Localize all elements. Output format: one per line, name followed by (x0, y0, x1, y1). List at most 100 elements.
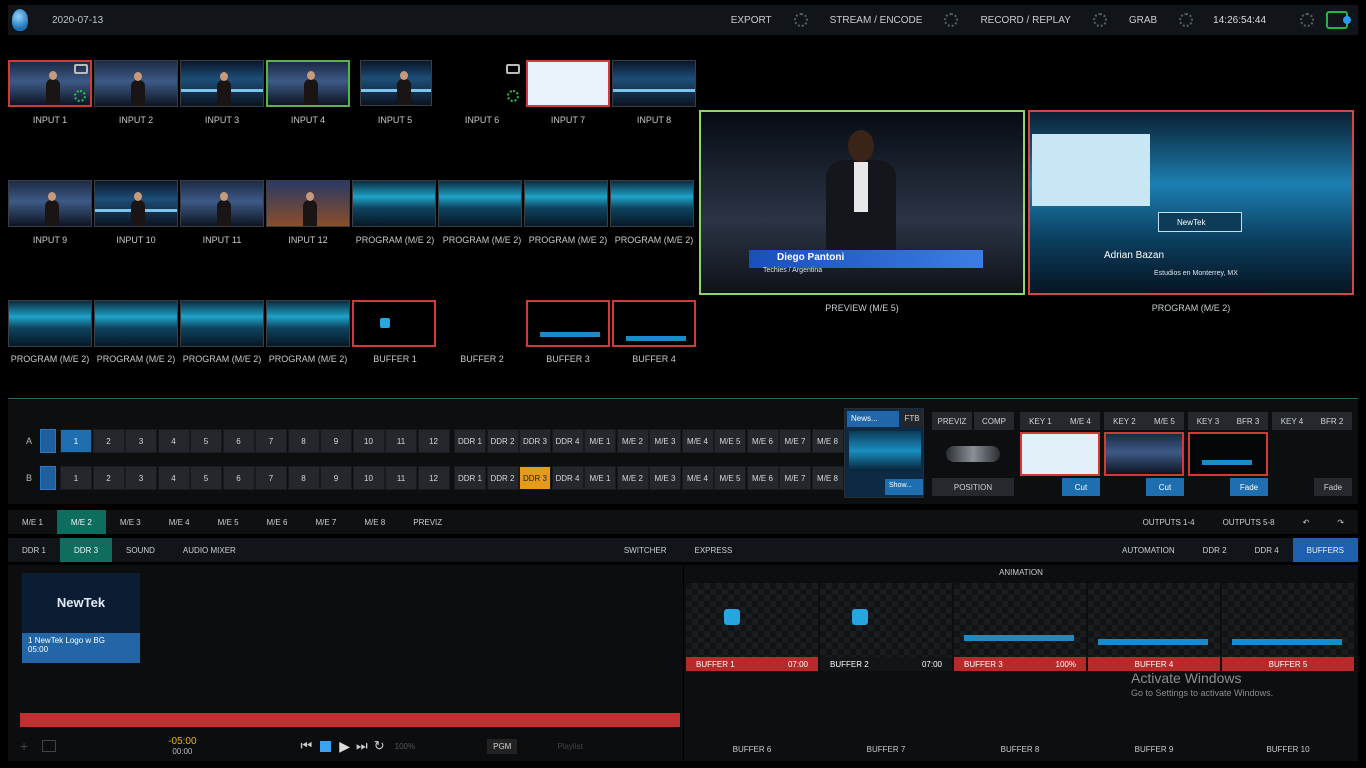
source-thumb-input-10[interactable] (94, 180, 178, 227)
row-b-button-5[interactable]: 5 (190, 466, 222, 490)
row-b-me-3[interactable]: M/E 3 (649, 466, 681, 490)
tab-me-3[interactable]: M/E 3 (106, 510, 155, 534)
row-a-me-5[interactable]: M/E 5 (714, 429, 746, 453)
row-a-me-8[interactable]: M/E 8 (811, 429, 844, 453)
row-a-button-2[interactable]: 2 (92, 429, 125, 453)
row-b-button-7[interactable]: 7 (255, 466, 287, 490)
row-b-button-1[interactable]: 1 (60, 466, 92, 490)
tab-me-5[interactable]: M/E 5 (204, 510, 253, 534)
row-a-ddr-3[interactable]: DDR 3 (519, 429, 551, 453)
tab-ddr-2[interactable]: DDR 2 (1189, 538, 1241, 562)
row-a-button-11[interactable]: 11 (385, 429, 417, 453)
skip-back-icon[interactable]: ⏮ (301, 738, 313, 754)
comp-button[interactable]: COMP (974, 412, 1014, 430)
key-2-header[interactable]: KEY 2 M/E 5 (1104, 412, 1184, 430)
program-monitor[interactable]: NewTek Adrian Bazan Estudios en Monterre… (1028, 110, 1354, 295)
overlay-panel[interactable]: News... FTB Show... (844, 408, 924, 498)
row-a-me-2[interactable]: M/E 2 (616, 429, 649, 453)
source-thumb-buffer-4[interactable] (612, 300, 696, 347)
row-b-button-2[interactable]: 2 (92, 466, 125, 490)
buffer-label[interactable]: BUFFER 2 07:00 (820, 657, 952, 671)
row-a-me-3[interactable]: M/E 3 (649, 429, 681, 453)
buffer-label[interactable]: BUFFER 1 07:00 (686, 657, 818, 671)
source-thumb-program[interactable] (180, 300, 264, 347)
source-thumb-program[interactable] (524, 180, 608, 227)
source-thumb-input-5[interactable] (360, 60, 432, 106)
tab-ddr-4[interactable]: DDR 4 (1241, 538, 1293, 562)
folder-icon[interactable] (42, 740, 57, 752)
stream-settings-gear-icon[interactable] (944, 13, 959, 27)
tab-buffers[interactable]: BUFFERS (1292, 538, 1358, 562)
buffer-cell[interactable] (954, 583, 1086, 659)
tab-me-8[interactable]: M/E 8 (350, 510, 399, 534)
preview-monitor[interactable]: Diego Pantoni Techies / Argentina (699, 110, 1025, 295)
source-thumb-program[interactable] (438, 180, 522, 227)
row-a-button-7[interactable]: 7 (255, 429, 287, 453)
undo-icon[interactable]: ↶ (1289, 510, 1324, 534)
skip-forward-icon[interactable]: ⏭ (356, 738, 368, 754)
row-a-ddr-4[interactable]: DDR 4 (551, 429, 584, 453)
key-4-header[interactable]: KEY 4 BFR 2 (1272, 412, 1352, 430)
row-a-button-12[interactable]: 12 (417, 429, 450, 453)
key-1-action[interactable]: Cut (1062, 478, 1100, 496)
tbar-slider[interactable] (946, 446, 1000, 462)
row-a-button-6[interactable]: 6 (222, 429, 255, 453)
row-a-me-7[interactable]: M/E 7 (779, 429, 811, 453)
row-b-ddr-2[interactable]: DDR 2 (486, 466, 519, 490)
source-thumb-program[interactable] (8, 300, 92, 347)
add-icon[interactable]: + (20, 738, 28, 754)
source-thumb-input-3[interactable] (180, 60, 264, 107)
row-a-me-6[interactable]: M/E 6 (746, 429, 779, 453)
position-button[interactable]: POSITION (932, 478, 1014, 496)
key-4-action[interactable]: Fade (1314, 478, 1352, 496)
playlist-toggle[interactable]: Playlist (557, 742, 582, 751)
record-replay-button[interactable]: RECORD / REPLAY (980, 15, 1070, 26)
ddr-clip[interactable]: NewTek 1 NewTek Logo w BG 05:00 (22, 573, 140, 663)
camera-icon[interactable] (506, 64, 520, 74)
key-3-header[interactable]: KEY 3 BFR 3 (1188, 412, 1268, 430)
source-thumb-input-7[interactable] (526, 60, 610, 107)
tab-previz[interactable]: PREVIZ (399, 510, 456, 534)
outputs-1-4-button[interactable]: OUTPUTS 1-4 (1129, 510, 1209, 534)
gear-icon[interactable] (74, 90, 86, 102)
row-b-me-8[interactable]: M/E 8 (811, 466, 844, 490)
tab-sound[interactable]: SOUND (112, 538, 169, 562)
play-icon[interactable]: ▶ (339, 738, 350, 755)
buffer-cell[interactable] (1088, 583, 1220, 659)
row-a-button-10[interactable]: 10 (352, 429, 385, 453)
key-1-header[interactable]: KEY 1 M/E 4 (1020, 412, 1100, 430)
source-thumb-input-8[interactable] (612, 60, 696, 107)
source-thumb-input-9[interactable] (8, 180, 92, 227)
source-thumb-input-12[interactable] (266, 180, 350, 227)
tab-switcher[interactable]: SWITCHER (610, 538, 681, 562)
row-b-button-10[interactable]: 10 (352, 466, 385, 490)
stream-encode-button[interactable]: STREAM / ENCODE (830, 15, 923, 26)
row-b-button-11[interactable]: 11 (385, 466, 417, 490)
tab-express[interactable]: EXPRESS (681, 538, 747, 562)
source-thumb-input-11[interactable] (180, 180, 264, 227)
row-a-button-8[interactable]: 8 (287, 429, 320, 453)
system-settings-gear-icon[interactable] (1300, 13, 1314, 27)
buffer-label[interactable]: BUFFER 3 100% (954, 657, 1086, 671)
source-thumb-input-4[interactable] (266, 60, 350, 107)
pgm-button[interactable]: PGM (487, 738, 518, 754)
row-a-button-1[interactable]: 1 (60, 429, 92, 453)
notifications-icon[interactable] (1326, 11, 1351, 29)
buffer-cell[interactable] (686, 583, 818, 659)
buffer-label[interactable]: BUFFER 5 (1222, 657, 1354, 671)
row-a-delegate[interactable] (40, 429, 56, 453)
tab-ddr-1[interactable]: DDR 1 (8, 538, 60, 562)
row-a-me-4[interactable]: M/E 4 (681, 429, 714, 453)
row-b-button-3[interactable]: 3 (125, 466, 157, 490)
camera-icon[interactable] (74, 64, 88, 74)
row-a-ddr-1[interactable]: DDR 1 (454, 429, 486, 453)
export-button[interactable]: EXPORT (731, 15, 772, 26)
grab-button[interactable]: GRAB (1129, 15, 1157, 26)
row-b-delegate[interactable] (40, 466, 56, 490)
ddr-scrub-bar[interactable] (20, 713, 680, 727)
source-thumb-input-2[interactable] (94, 60, 178, 107)
tab-automation[interactable]: AUTOMATION (1108, 538, 1189, 562)
row-b-me-5[interactable]: M/E 5 (714, 466, 746, 490)
tab-me-1[interactable]: M/E 1 (8, 510, 57, 534)
source-thumb-program[interactable] (94, 300, 178, 347)
